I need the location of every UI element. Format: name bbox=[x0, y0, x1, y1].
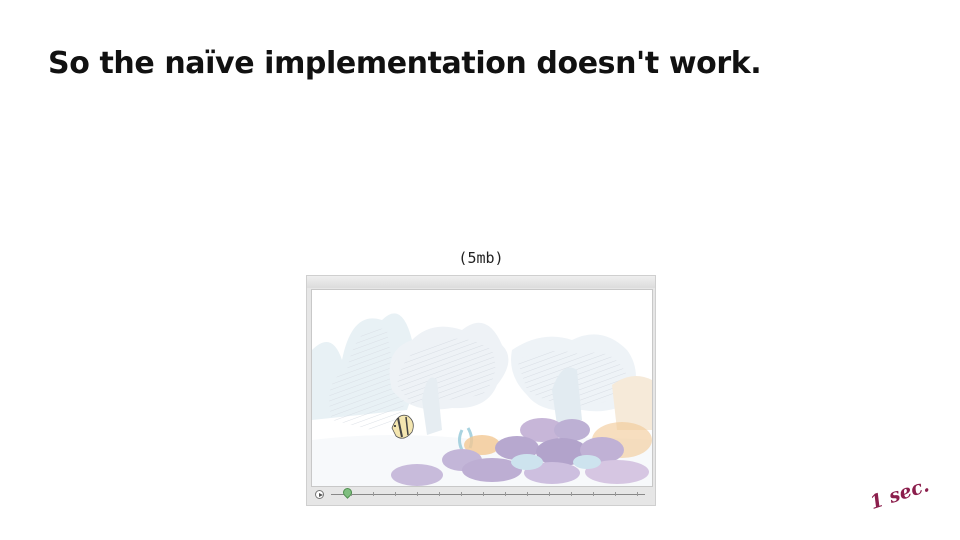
play-icon[interactable] bbox=[315, 490, 324, 499]
player-controls bbox=[311, 486, 651, 501]
slide-title: So the naïve implementation doesn't work… bbox=[48, 46, 762, 81]
timeline-handle-icon[interactable] bbox=[341, 486, 354, 499]
player-top-bar bbox=[307, 276, 655, 288]
animation-player bbox=[306, 275, 656, 506]
timeline-track[interactable] bbox=[331, 492, 645, 496]
file-size-caption: (5mb) bbox=[458, 249, 504, 267]
animation-scene bbox=[311, 289, 653, 487]
underwater-scene-icon bbox=[312, 313, 652, 486]
duration-label: 1 sec. bbox=[867, 474, 932, 514]
